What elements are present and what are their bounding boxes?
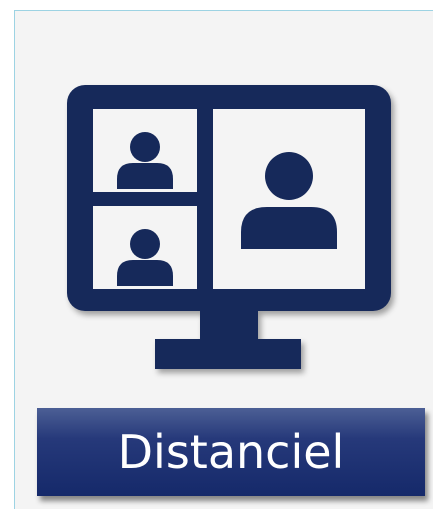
distanciel-button[interactable]: Distanciel [37, 408, 425, 496]
distanciel-card[interactable]: Distanciel [14, 10, 433, 509]
video-conference-monitor-icon [67, 85, 391, 369]
distanciel-label: Distanciel [117, 425, 345, 479]
